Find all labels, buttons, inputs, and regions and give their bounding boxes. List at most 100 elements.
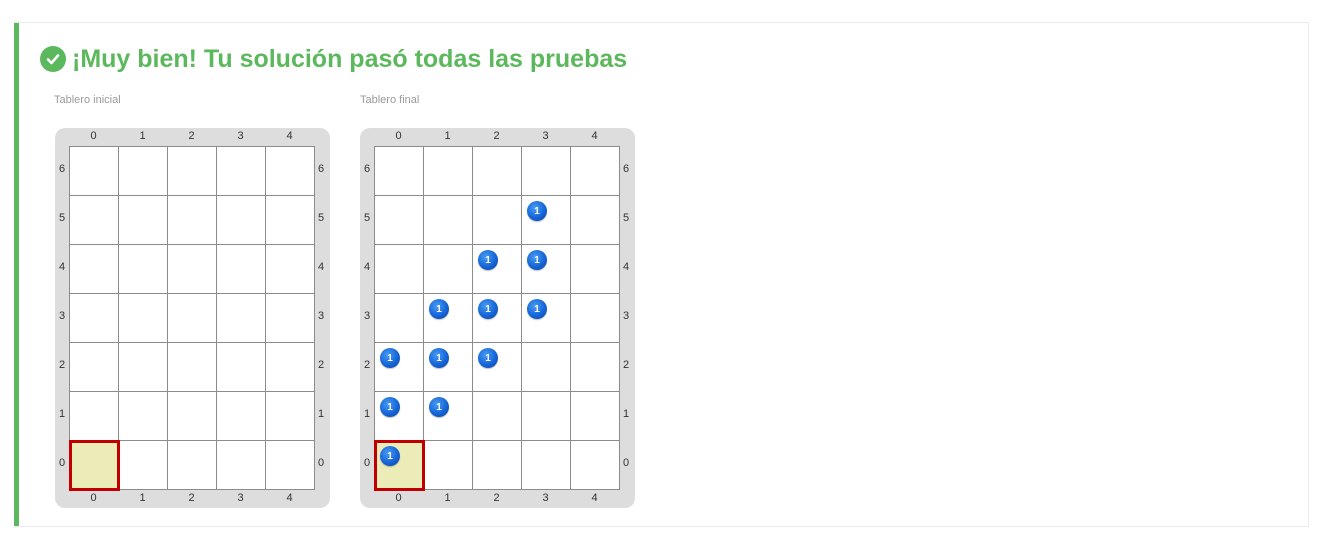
board-cell — [473, 147, 522, 196]
board-cell: 1 — [473, 343, 522, 392]
board-cell — [266, 392, 315, 441]
blue-stone-icon: 1 — [478, 348, 498, 368]
result-title: ¡Muy bien! Tu solución pasó todas las pr… — [40, 44, 627, 74]
row-label-left: 1 — [363, 408, 371, 420]
board-cell — [266, 441, 315, 490]
row-label-left: 6 — [363, 163, 371, 175]
board-cell — [522, 343, 571, 392]
board-cell — [473, 392, 522, 441]
board-cell — [375, 147, 424, 196]
board-cell — [217, 245, 266, 294]
board-cell — [168, 245, 217, 294]
board-cell — [217, 294, 266, 343]
column-label-top: 3 — [542, 130, 549, 142]
row-label-left: 1 — [58, 408, 66, 420]
blue-stone-icon: 1 — [527, 250, 547, 270]
row-label-right: 0 — [317, 457, 325, 469]
column-label-top: 1 — [444, 130, 451, 142]
board-cell — [70, 196, 119, 245]
column-label-bottom: 0 — [395, 492, 402, 504]
board-cell — [266, 294, 315, 343]
board-cell — [70, 294, 119, 343]
board-cell: 1 — [375, 392, 424, 441]
board-cell — [168, 147, 217, 196]
blue-stone-icon: 1 — [380, 446, 400, 466]
blue-stone-icon: 1 — [429, 397, 449, 417]
row-label-right: 4 — [622, 261, 630, 273]
row-label-right: 0 — [622, 457, 630, 469]
board-cell: 1 — [375, 441, 424, 490]
blue-stone-icon: 1 — [380, 397, 400, 417]
board-cell: 1 — [522, 245, 571, 294]
row-label-left: 5 — [58, 212, 66, 224]
row-label-left: 5 — [363, 212, 371, 224]
board-cell — [266, 245, 315, 294]
row-label-left: 3 — [58, 310, 66, 322]
board-cell — [119, 441, 168, 490]
board-cell — [119, 245, 168, 294]
row-label-right: 4 — [317, 261, 325, 273]
column-label-top: 0 — [90, 130, 97, 142]
board-cell — [70, 441, 119, 490]
board-cell — [375, 245, 424, 294]
board-grid — [69, 146, 315, 490]
blue-stone-icon: 1 — [429, 299, 449, 319]
board-cell — [522, 392, 571, 441]
board-cell — [119, 343, 168, 392]
column-label-top: 2 — [493, 130, 500, 142]
board-cell — [70, 392, 119, 441]
row-label-right: 2 — [317, 359, 325, 371]
board-cell — [473, 196, 522, 245]
board-cell — [424, 441, 473, 490]
column-label-top: 0 — [395, 130, 402, 142]
column-label-bottom: 4 — [591, 492, 598, 504]
board-cell — [424, 245, 473, 294]
column-label-bottom: 4 — [286, 492, 293, 504]
board-cell — [168, 441, 217, 490]
board-cell — [571, 392, 620, 441]
result-message: ¡Muy bien! Tu solución pasó todas las pr… — [72, 44, 628, 73]
check-circle-icon — [40, 46, 66, 72]
board-cell — [168, 196, 217, 245]
board-cell: 1 — [522, 196, 571, 245]
initial-board-label: Tablero inicial — [54, 94, 121, 106]
board-cell — [522, 147, 571, 196]
board-cell: 1 — [522, 294, 571, 343]
board-cell — [168, 392, 217, 441]
column-label-bottom: 3 — [542, 492, 549, 504]
board-cell — [424, 196, 473, 245]
board-cell: 1 — [375, 343, 424, 392]
board-cell — [217, 147, 266, 196]
initial-board: 0 0 1 1 2 2 3 3 4 4 6 6 5 5 4 4 3 3 2 2 1 1 0 0 — [55, 128, 330, 508]
column-label-top: 2 — [188, 130, 195, 142]
blue-stone-icon: 1 — [380, 348, 400, 368]
board-cell — [375, 294, 424, 343]
column-label-bottom: 2 — [188, 492, 195, 504]
blue-stone-icon: 1 — [478, 299, 498, 319]
board-cell — [571, 245, 620, 294]
board-cell: 1 — [424, 392, 473, 441]
column-label-bottom: 0 — [90, 492, 97, 504]
column-label-bottom: 3 — [237, 492, 244, 504]
board-grid: 1 1 1 1 1 1 1 1 1 1 1 1 — [374, 146, 620, 490]
board-cell — [375, 196, 424, 245]
row-label-left: 6 — [58, 163, 66, 175]
board-cell: 1 — [473, 294, 522, 343]
column-label-bottom: 1 — [444, 492, 451, 504]
board-cell — [168, 343, 217, 392]
board-cell — [266, 196, 315, 245]
board-cell — [217, 392, 266, 441]
board-cell — [266, 343, 315, 392]
board-cell — [571, 294, 620, 343]
column-label-top: 4 — [591, 130, 598, 142]
blue-stone-icon: 1 — [527, 201, 547, 221]
row-label-right: 6 — [317, 163, 325, 175]
board-cell — [217, 343, 266, 392]
row-label-left: 2 — [58, 359, 66, 371]
board-cell — [473, 441, 522, 490]
board-cell — [119, 392, 168, 441]
blue-stone-icon: 1 — [527, 299, 547, 319]
board-cell — [70, 343, 119, 392]
board-cell — [70, 147, 119, 196]
blue-stone-icon: 1 — [429, 348, 449, 368]
